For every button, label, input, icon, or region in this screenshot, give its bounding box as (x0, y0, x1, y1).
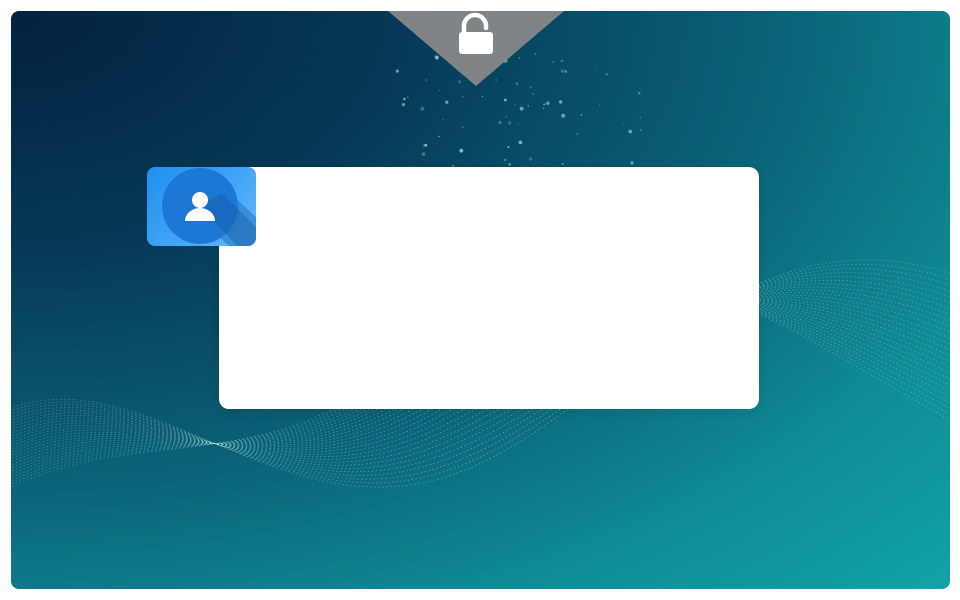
login-panel (219, 167, 759, 409)
avatar (147, 167, 256, 246)
lock-badge (388, 11, 564, 87)
